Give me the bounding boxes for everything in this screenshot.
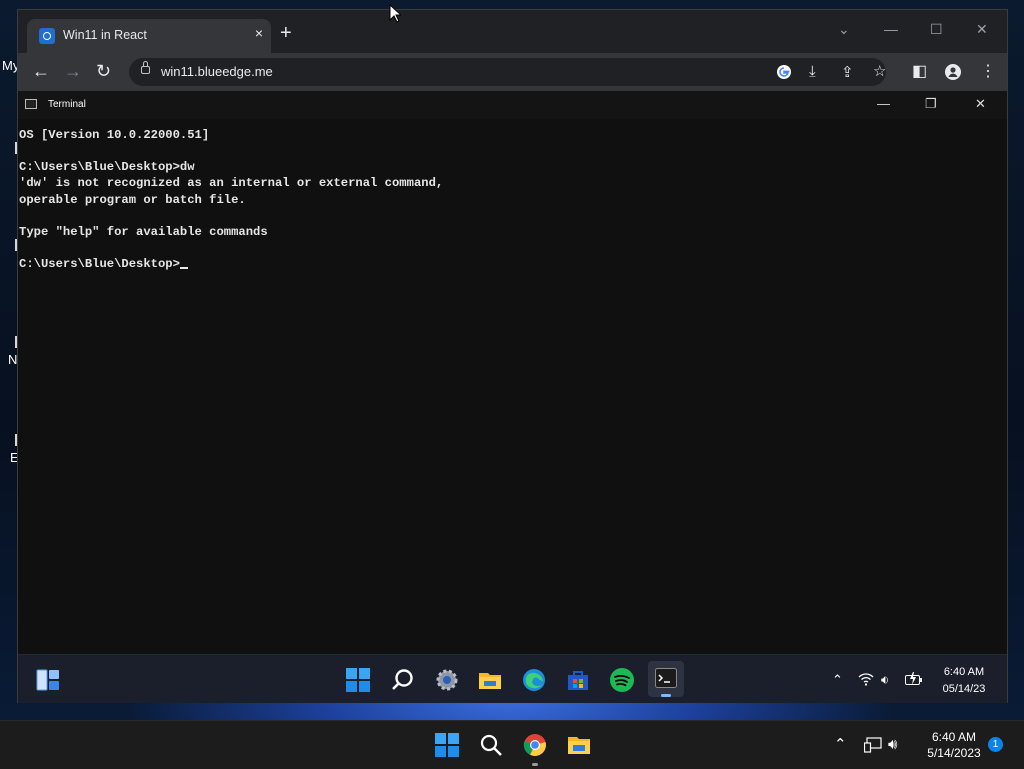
terminal-minimize-button[interactable]: — xyxy=(877,96,890,111)
network-icon[interactable] xyxy=(864,737,882,753)
prompt-text: C:\Users\Blue\Desktop> xyxy=(19,257,180,271)
text-cursor xyxy=(179,267,188,269)
file-explorer-icon[interactable] xyxy=(478,668,502,692)
clock-date[interactable]: 5/14/2023 xyxy=(916,746,992,760)
url-text[interactable]: win11.blueedge.me xyxy=(161,64,273,79)
clock-date[interactable]: 05/14/23 xyxy=(934,683,994,695)
volume-icon[interactable]: 🔉︎ xyxy=(881,672,889,688)
start-windows-icon[interactable] xyxy=(346,668,370,692)
web-page: Terminal — ❐ ✕ OS [Version 10.0.22000.51… xyxy=(18,91,1007,703)
lock-icon[interactable] xyxy=(141,61,150,74)
host-taskbar: ⌃ 🔊︎ 6:40 AM 5/14/2023 1 xyxy=(0,720,1024,769)
terminal-output[interactable]: OS [Version 10.0.22000.51] C:\Users\Blue… xyxy=(18,119,1007,654)
notification-badge[interactable]: 1 xyxy=(988,737,1003,752)
chevron-up-icon[interactable]: ⌃ xyxy=(834,735,847,753)
google-lens-icon[interactable] xyxy=(776,64,792,80)
terminal-title: Terminal xyxy=(48,99,86,110)
tab-close-icon[interactable]: × xyxy=(255,25,263,41)
profile-avatar-icon[interactable] xyxy=(945,64,961,80)
tab-strip: Win11 in React × + ⌄ — ☐ ✕ xyxy=(18,10,1007,53)
terminal-line: C:\Users\Blue\Desktop>dw xyxy=(19,160,195,174)
side-panel-icon[interactable]: ◧ xyxy=(912,61,927,81)
terminal-icon xyxy=(655,668,677,688)
address-bar[interactable]: win11.blueedge.me ⤓ ⇪ ☆ xyxy=(129,58,886,86)
clock-time[interactable]: 6:40 AM xyxy=(916,730,992,744)
settings-gear-icon[interactable] xyxy=(435,668,459,692)
tab-title: Win11 in React xyxy=(63,28,147,42)
volume-icon[interactable]: 🔊︎ xyxy=(888,736,897,753)
bookmark-star-icon[interactable]: ☆ xyxy=(873,62,886,80)
browser-window: Win11 in React × + ⌄ — ☐ ✕ ← → ↻ win11.b… xyxy=(17,9,1008,703)
terminal-line: Type "help" for available commands xyxy=(19,225,268,239)
running-app-indicator xyxy=(532,763,538,766)
tab-search-icon[interactable]: ⌄ xyxy=(838,21,850,38)
back-arrow-icon[interactable]: ← xyxy=(32,61,50,81)
file-explorer-icon[interactable] xyxy=(567,733,591,757)
search-icon[interactable] xyxy=(391,668,415,692)
terminal-maximize-button[interactable]: ❐ xyxy=(925,96,937,112)
browser-toolbar: ← → ↻ win11.blueedge.me ⤓ ⇪ ☆ ◧ ⋮ xyxy=(18,53,1007,91)
reload-icon[interactable]: ↻ xyxy=(96,61,111,81)
terminal-line: operable program or batch file. xyxy=(19,193,246,207)
terminal-taskbar-button[interactable] xyxy=(648,661,684,697)
chevron-up-icon[interactable]: ⌃ xyxy=(832,672,843,688)
maximize-button[interactable]: ☐ xyxy=(930,21,943,38)
share-icon[interactable]: ⇪ xyxy=(841,63,854,81)
terminal-line: 'dw' is not recognized as an internal or… xyxy=(19,176,444,190)
terminal-line: OS [Version 10.0.22000.51] xyxy=(19,128,210,142)
mouse-cursor-icon xyxy=(389,4,401,23)
spotify-icon[interactable] xyxy=(610,668,634,692)
microsoft-store-icon[interactable] xyxy=(566,668,590,692)
browser-tab[interactable]: Win11 in React × xyxy=(27,19,271,53)
clock-time[interactable]: 6:40 AM xyxy=(934,666,994,678)
terminal-close-button[interactable]: ✕ xyxy=(975,96,986,112)
terminal-prompt[interactable]: C:\Users\Blue\Desktop> xyxy=(19,256,188,272)
battery-charging-icon[interactable] xyxy=(905,672,923,686)
widgets-icon[interactable] xyxy=(36,668,60,692)
simulated-taskbar: ⌃ 🔉︎ 6:40 AM 05/14/23 xyxy=(18,654,1007,703)
terminal-titlebar[interactable]: Terminal — ❐ ✕ xyxy=(18,91,1007,119)
forward-arrow-icon[interactable]: → xyxy=(64,61,82,81)
install-app-icon[interactable]: ⤓ xyxy=(809,63,816,80)
wifi-icon[interactable] xyxy=(858,672,874,686)
close-window-button[interactable]: ✕ xyxy=(976,21,988,38)
menu-kebab-icon[interactable]: ⋮ xyxy=(980,61,996,81)
minimize-button[interactable]: — xyxy=(884,21,898,37)
active-app-indicator xyxy=(661,694,671,697)
site-favicon-icon xyxy=(39,28,55,44)
chrome-browser-icon[interactable] xyxy=(523,733,547,757)
terminal-app-icon xyxy=(25,99,37,109)
edge-browser-icon[interactable] xyxy=(522,668,546,692)
desktop-icon-label[interactable]: N xyxy=(8,352,17,367)
search-icon[interactable] xyxy=(479,733,503,757)
new-tab-button[interactable]: + xyxy=(280,23,292,43)
start-windows-icon[interactable] xyxy=(435,733,459,757)
